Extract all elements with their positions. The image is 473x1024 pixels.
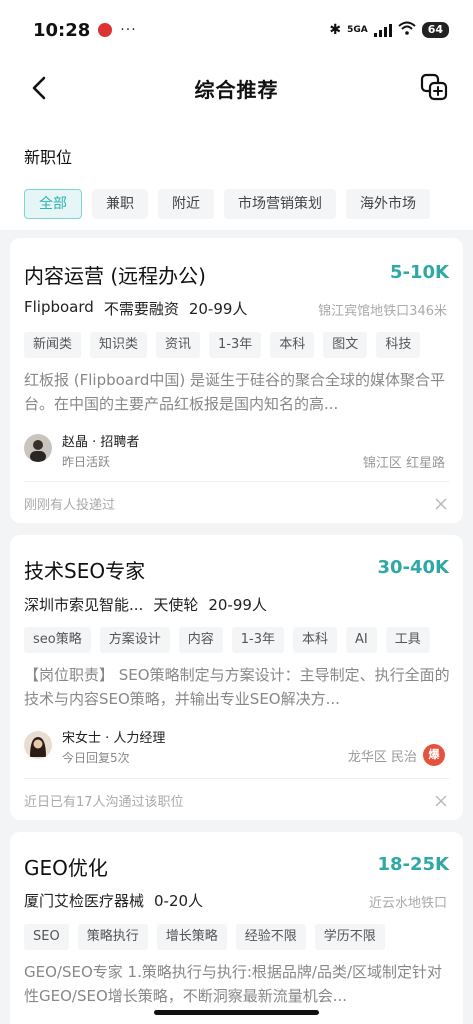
filter-chip-marketing[interactable]: 市场营销策划 bbox=[224, 189, 336, 219]
status-time: 10:28 bbox=[33, 19, 91, 41]
job-tag: 工具 bbox=[385, 627, 430, 653]
job-tags: 新闻类 知识类 资讯 1-3年 本科 图文 科技 bbox=[24, 332, 421, 358]
job-title: 技术SEO专家 bbox=[24, 559, 146, 583]
job-tag: 新闻类 bbox=[24, 332, 82, 358]
bluetooth-icon: ✱ bbox=[329, 22, 342, 38]
job-description: 【岗位职责】 SEO策略制定与方案设计：主导制定、执行全面的技术与内容SEO策略… bbox=[24, 666, 450, 708]
job-location: 锦江宾馆地铁口346米 bbox=[318, 304, 447, 319]
job-card[interactable]: 内容运营 (远程办公) 5-10K Flipboard 不需要融资 20-99人… bbox=[10, 238, 463, 523]
job-description: 红板报 (Flipboard中国) 是诞生于硅谷的聚合全球的媒体聚合平台。在中国… bbox=[24, 371, 446, 413]
job-title: 内容运营 (远程办公) bbox=[24, 264, 206, 288]
job-salary: 30-40K bbox=[377, 557, 449, 578]
status-indicators: ✱ 5GA 64 bbox=[329, 21, 449, 39]
notification-app-icon bbox=[98, 23, 113, 37]
job-tag: 经验不限 bbox=[235, 924, 306, 950]
company-size: 0-20人 bbox=[154, 892, 204, 910]
share-icon[interactable] bbox=[419, 72, 449, 102]
avatar bbox=[24, 731, 52, 759]
company-size: 20-99人 bbox=[208, 596, 267, 614]
filter-chip-overseas[interactable]: 海外市场 bbox=[346, 189, 430, 219]
company-size: 20-99人 bbox=[188, 300, 248, 318]
job-salary: 18-25K bbox=[377, 854, 449, 875]
job-tag: 科技 bbox=[376, 332, 421, 358]
job-district: 锦江区 红星路 bbox=[363, 452, 445, 471]
filter-chip-part-time[interactable]: 兼职 bbox=[92, 189, 148, 219]
card-divider bbox=[24, 481, 449, 482]
recruiter-name: 宋女士 · 人力经理 bbox=[62, 731, 166, 746]
recruiter-name: 赵晶 · 招聘者 bbox=[62, 435, 140, 450]
company-info: 厦门艾检医疗器械 0-20人 bbox=[24, 890, 203, 911]
network-type: 5GA bbox=[347, 25, 368, 35]
job-salary: 5-10K bbox=[390, 262, 449, 283]
signal-icon bbox=[373, 23, 392, 37]
section-title: 新职位 bbox=[24, 148, 73, 167]
job-tags: SEO 策略执行 增长策略 经验不限 学历不限 bbox=[24, 924, 385, 950]
job-tag: AI bbox=[346, 627, 377, 653]
company-funding: 天使轮 bbox=[153, 596, 199, 614]
card-footer-note: 刚刚有人投递过 bbox=[24, 498, 116, 513]
avatar bbox=[24, 434, 52, 462]
app-header: 综合推荐 bbox=[0, 60, 473, 116]
company-name: 深圳市索见智能... bbox=[24, 596, 144, 614]
company-name: 厦门艾检医疗器械 bbox=[24, 892, 145, 910]
hot-badge: 爆 bbox=[423, 744, 445, 766]
status-more-dots: ··· bbox=[120, 22, 137, 38]
district-text: 龙华区 民治 bbox=[347, 749, 417, 765]
company-info: Flipboard 不需要融资 20-99人 bbox=[24, 298, 247, 319]
card-footer-note: 近日已有17人沟通过该职位 bbox=[24, 795, 184, 810]
job-tag: 内容 bbox=[178, 627, 223, 653]
job-tag: 1-3年 bbox=[209, 332, 262, 358]
recruiter-activity: 今日回复5次 bbox=[62, 751, 130, 765]
job-location: 近云水地铁口 bbox=[368, 896, 447, 911]
job-description: GEO/SEO专家 1.策略执行与执行:根据品牌/品类/区域制定针对性GEO/S… bbox=[24, 963, 443, 1005]
job-tag: 1-3年 bbox=[231, 627, 284, 653]
back-arrow-icon[interactable] bbox=[26, 74, 54, 102]
filter-section: 新职位 全部 兼职 附近 市场营销策划 海外市场 bbox=[0, 116, 473, 230]
close-icon[interactable] bbox=[435, 795, 447, 807]
job-tag: SEO bbox=[24, 924, 69, 950]
job-card[interactable]: GEO优化 18-25K 厦门艾检医疗器械 0-20人 近云水地铁口 SEO 策… bbox=[10, 832, 463, 1024]
job-tag: 学历不限 bbox=[314, 924, 385, 950]
job-tag: 方案设计 bbox=[99, 627, 170, 653]
job-title: GEO优化 bbox=[24, 856, 108, 880]
job-tag: 本科 bbox=[293, 627, 338, 653]
filter-chip-all[interactable]: 全部 bbox=[24, 189, 82, 219]
company-info: 深圳市索见智能... 天使轮 20-99人 bbox=[24, 594, 267, 615]
job-tag: 策略执行 bbox=[77, 924, 148, 950]
job-tags: seo策略 方案设计 内容 1-3年 本科 AI 工具 bbox=[24, 627, 430, 653]
filter-chip-nearby[interactable]: 附近 bbox=[158, 189, 214, 219]
company-funding: 不需要融资 bbox=[103, 300, 179, 318]
job-tag: seo策略 bbox=[24, 627, 91, 653]
company-name: Flipboard bbox=[24, 298, 94, 316]
job-district: 龙华区 民治 爆 bbox=[348, 744, 445, 766]
wifi-icon bbox=[398, 21, 416, 39]
job-tag: 增长策略 bbox=[156, 924, 227, 950]
recruiter-activity: 昨日活跃 bbox=[62, 455, 111, 469]
job-tag: 知识类 bbox=[90, 332, 148, 358]
card-divider bbox=[24, 778, 449, 779]
filter-chips: 全部 兼职 附近 市场营销策划 海外市场 bbox=[24, 189, 430, 219]
battery-icon: 64 bbox=[421, 22, 449, 38]
job-tag: 本科 bbox=[270, 332, 315, 358]
close-icon[interactable] bbox=[435, 498, 447, 510]
home-indicator[interactable] bbox=[154, 1010, 319, 1015]
district-text: 锦江区 红星路 bbox=[362, 456, 445, 471]
page-title: 综合推荐 bbox=[194, 77, 279, 102]
job-tag: 资讯 bbox=[156, 332, 201, 358]
status-bar: 10:28 ··· ✱ 5GA 64 bbox=[0, 0, 473, 60]
job-card[interactable]: 技术SEO专家 30-40K 深圳市索见智能... 天使轮 20-99人 seo… bbox=[10, 535, 463, 820]
job-tag: 图文 bbox=[323, 332, 368, 358]
